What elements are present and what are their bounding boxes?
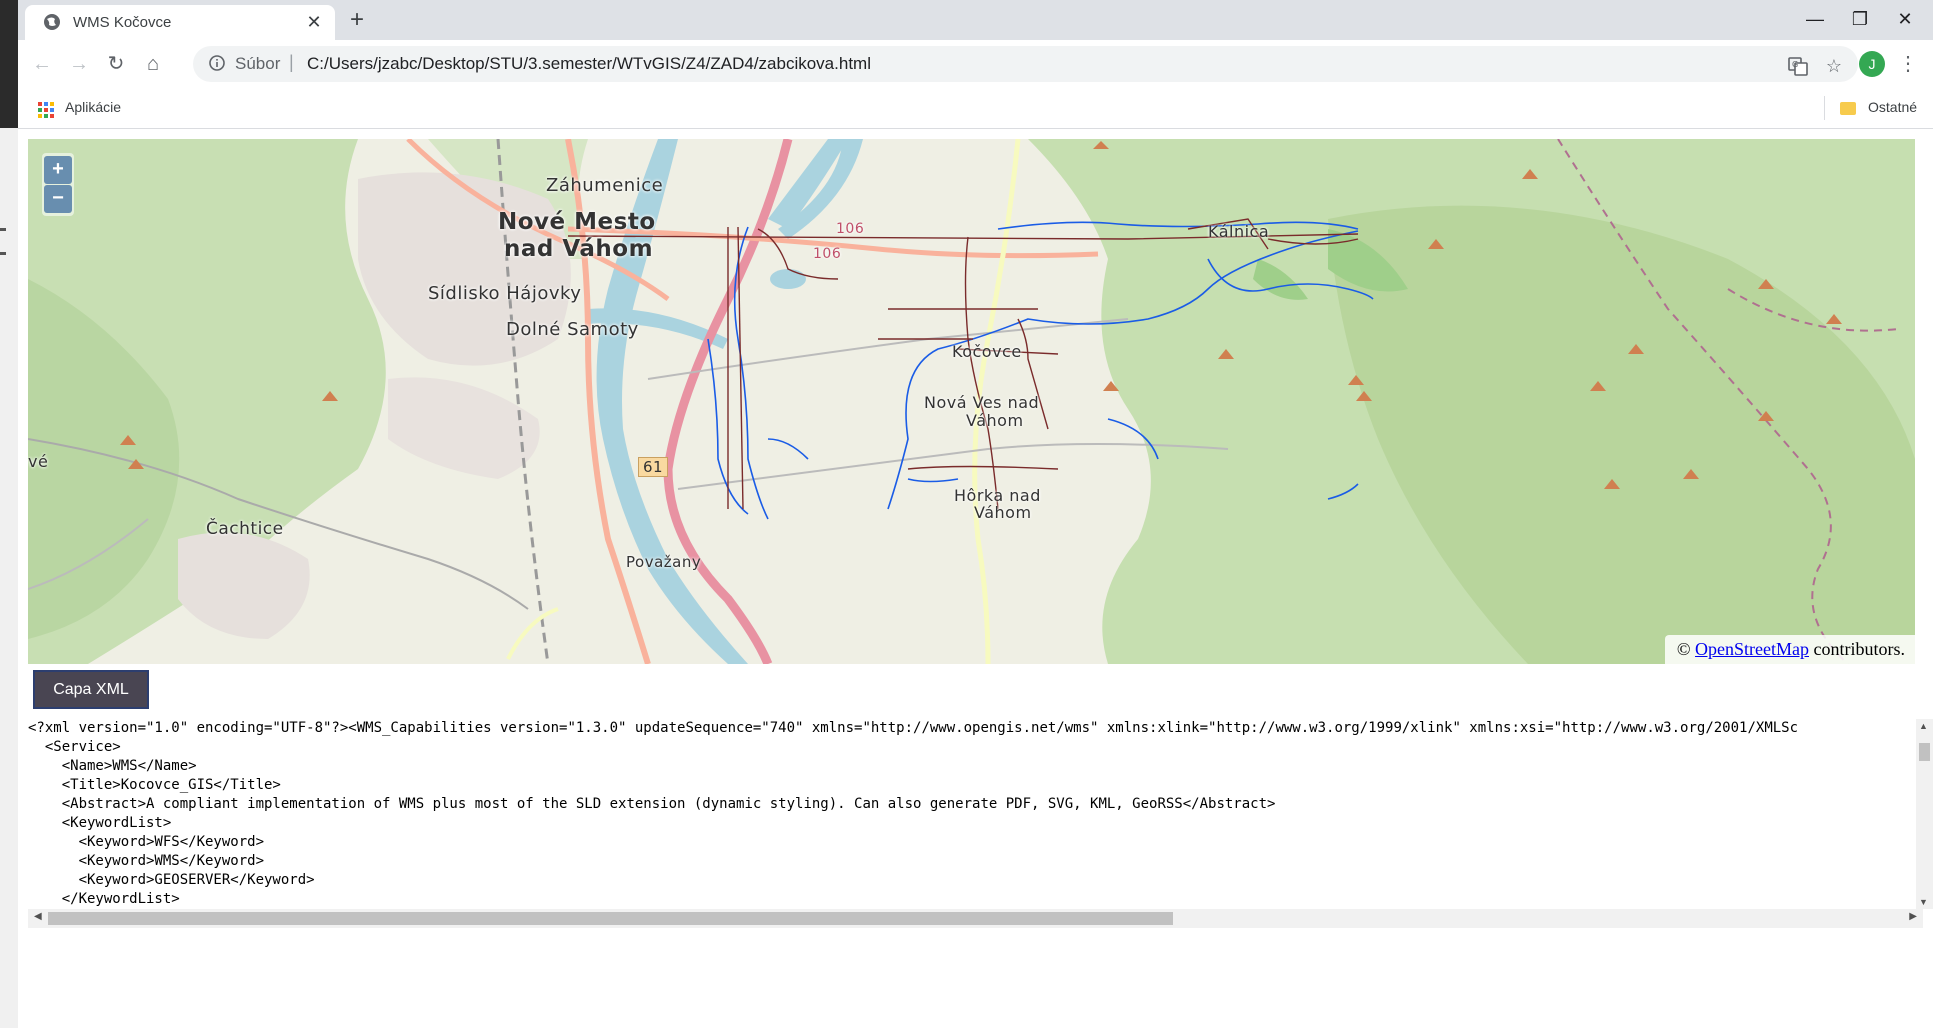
home-button[interactable]: ⌂ bbox=[139, 50, 167, 78]
page-content: + − Záhumenice Nové Mesto nad Váhom Sídl… bbox=[18, 129, 1933, 1028]
attribution-suffix: contributors. bbox=[1809, 639, 1906, 659]
map-label-sidlisko: Sídlisko Hájovky bbox=[428, 283, 582, 304]
toolbar: ← → ↻ ⌂ Súbor | C:/Users/jzabc/Desktop/S… bbox=[18, 40, 1933, 88]
minimize-button[interactable]: — bbox=[1795, 4, 1835, 34]
zoom-control: + − bbox=[42, 153, 74, 216]
osm-link[interactable]: OpenStreetMap bbox=[1695, 639, 1809, 659]
xml-line: <Service> bbox=[28, 739, 121, 755]
apps-bookmark[interactable]: Aplikácie bbox=[65, 99, 121, 115]
map-label-kocovce: Kočovce bbox=[952, 342, 1022, 361]
zoom-out-button[interactable]: − bbox=[44, 185, 72, 213]
map-label-nove-mesto-1: Nové Mesto bbox=[498, 209, 656, 235]
tab-wms-kocovce[interactable]: WMS Kočovce ✕ bbox=[25, 5, 335, 40]
xml-line: <KeywordList> bbox=[28, 815, 172, 831]
profile-avatar[interactable]: J bbox=[1859, 51, 1885, 77]
xml-line: <?xml version="1.0" encoding="UTF-8"?><W… bbox=[28, 720, 1799, 736]
desktop-mark bbox=[0, 228, 6, 231]
attribution-prefix: © bbox=[1676, 639, 1696, 659]
xml-line: </KeywordList> bbox=[28, 891, 180, 907]
map-label-zahumenice: Záhumenice bbox=[546, 175, 664, 196]
bookmark-star-icon[interactable]: ☆ bbox=[1822, 54, 1846, 78]
desktop-edge bbox=[0, 0, 18, 1028]
translate-icon[interactable]: G bbox=[1786, 54, 1810, 78]
bookmarks-bar: Aplikácie Ostatné bbox=[18, 88, 1933, 129]
info-icon[interactable] bbox=[209, 55, 225, 71]
browser-window: WMS Kočovce ✕ + — ❐ ✕ ← → ↻ ⌂ Súbor | C:… bbox=[18, 0, 1933, 1028]
tab-strip: WMS Kočovce ✕ + — ❐ ✕ bbox=[18, 0, 1933, 40]
map-viewport[interactable]: + − Záhumenice Nové Mesto nad Váhom Sídl… bbox=[28, 139, 1915, 664]
horizontal-scroll-thumb[interactable] bbox=[48, 912, 1173, 925]
tab-title: WMS Kočovce bbox=[73, 14, 172, 31]
browser-menu-button[interactable]: ⋮ bbox=[1898, 50, 1918, 78]
map-label-cachtice: Čachtice bbox=[206, 519, 284, 539]
forward-button[interactable]: → bbox=[65, 50, 93, 78]
road-shield-61: 61 bbox=[638, 457, 669, 477]
road-label-106a: 106 bbox=[836, 221, 865, 237]
road-label-106b: 106 bbox=[813, 246, 842, 262]
back-button[interactable]: ← bbox=[28, 50, 56, 78]
xml-text: <?xml version="1.0" encoding="UTF-8"?><W… bbox=[28, 719, 1923, 919]
map-label-dolne-samoty: Dolné Samoty bbox=[506, 319, 639, 340]
other-bookmarks[interactable]: Ostatné bbox=[1868, 99, 1917, 115]
xml-line: <Keyword>WMS</Keyword> bbox=[28, 853, 265, 869]
scroll-left-icon[interactable]: ◀ bbox=[34, 911, 42, 922]
map-label-nove-mesto-2: nad Váhom bbox=[504, 236, 654, 262]
map-label-horka-2: Váhom bbox=[974, 503, 1032, 522]
map-label-ve: vé bbox=[28, 452, 49, 471]
reload-button[interactable]: ↻ bbox=[102, 50, 130, 78]
zoom-in-button[interactable]: + bbox=[44, 156, 72, 184]
restore-button[interactable]: ❐ bbox=[1840, 4, 1880, 34]
vertical-scrollbar[interactable]: ▲ ▼ bbox=[1916, 719, 1933, 909]
xml-line: <Keyword>WFS</Keyword> bbox=[28, 834, 265, 850]
map-attribution: © OpenStreetMap contributors. bbox=[1664, 635, 1915, 664]
bookmarks-separator bbox=[1824, 96, 1825, 120]
apps-grid-icon[interactable] bbox=[38, 102, 54, 118]
desktop-mark bbox=[0, 252, 6, 255]
xml-line: <Name>WMS</Name> bbox=[28, 758, 197, 774]
capa-xml-button[interactable]: Capa XML bbox=[33, 670, 149, 709]
svg-text:G: G bbox=[1792, 60, 1798, 69]
map-label-nova-ves-2: Váhom bbox=[966, 411, 1024, 430]
globe-icon bbox=[44, 14, 60, 30]
url-scheme: Súbor bbox=[235, 54, 281, 73]
scroll-right-icon[interactable]: ▶ bbox=[1909, 911, 1917, 922]
horizontal-scrollbar[interactable]: ◀ ▶ bbox=[28, 909, 1923, 928]
xml-line: <Title>Kocovce_GIS</Title> bbox=[28, 777, 281, 793]
map-label-nova-ves-1: Nová Ves nad bbox=[924, 393, 1040, 412]
xml-output[interactable]: <?xml version="1.0" encoding="UTF-8"?><W… bbox=[28, 719, 1923, 919]
scroll-up-icon[interactable]: ▲ bbox=[1919, 721, 1928, 731]
desktop-dark-panel bbox=[0, 0, 18, 128]
folder-icon bbox=[1840, 102, 1856, 115]
xml-line: <Abstract>A compliant implementation of … bbox=[28, 796, 1276, 812]
map-label-kalnica: Kálnica bbox=[1208, 222, 1270, 241]
close-window-button[interactable]: ✕ bbox=[1885, 4, 1925, 34]
url-separator: | bbox=[289, 52, 294, 72]
xml-line: <Keyword>GEOSERVER</Keyword> bbox=[28, 872, 315, 888]
new-tab-button[interactable]: + bbox=[344, 8, 370, 34]
map-label-povazany: Považany bbox=[626, 553, 702, 571]
close-tab-icon[interactable]: ✕ bbox=[303, 11, 325, 33]
scroll-down-icon[interactable]: ▼ bbox=[1919, 897, 1928, 907]
vertical-scroll-thumb[interactable] bbox=[1919, 743, 1930, 761]
address-bar[interactable]: Súbor | C:/Users/jzabc/Desktop/STU/3.sem… bbox=[193, 46, 1858, 82]
url-text[interactable]: C:/Users/jzabc/Desktop/STU/3.semester/WT… bbox=[307, 54, 871, 74]
